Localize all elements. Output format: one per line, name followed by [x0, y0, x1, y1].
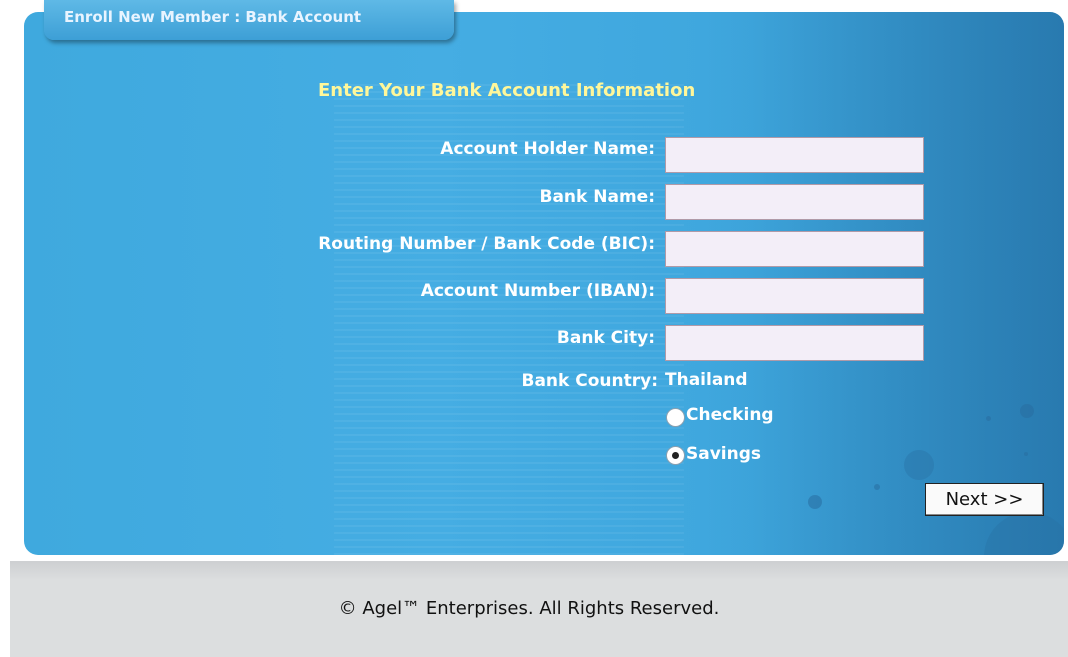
decor-dot: [874, 484, 880, 490]
account-holder-name-label: Account Holder Name:: [440, 139, 655, 159]
account-number-label: Account Number (IBAN):: [420, 281, 655, 301]
decor-dot: [904, 450, 934, 480]
routing-number-label: Routing Number / Bank Code (BIC):: [318, 234, 655, 254]
bank-name-input[interactable]: [665, 184, 924, 220]
checking-radio[interactable]: [666, 408, 685, 427]
page-tab-title: Enroll New Member : Bank Account: [64, 8, 362, 26]
savings-radio-label[interactable]: Savings: [686, 444, 761, 464]
account-number-input[interactable]: [665, 278, 924, 314]
decor-dot: [808, 495, 822, 509]
checking-radio-label[interactable]: Checking: [686, 405, 774, 425]
savings-radio[interactable]: [666, 446, 685, 465]
account-holder-name-input[interactable]: [665, 137, 924, 173]
bank-country-value: Thailand: [665, 370, 748, 390]
bank-city-label: Bank City:: [556, 328, 655, 348]
form-heading: Enter Your Bank Account Information: [318, 80, 696, 101]
decor-dot: [986, 416, 991, 421]
bank-country-label: Bank Country:: [521, 371, 658, 391]
routing-number-input[interactable]: [665, 231, 924, 267]
bank-city-input[interactable]: [665, 325, 924, 361]
footer: © Agel™ Enterprises. All Rights Reserved…: [10, 561, 1068, 657]
bank-name-label: Bank Name:: [539, 187, 656, 207]
page-tab: Enroll New Member : Bank Account: [44, 0, 454, 40]
decor-dot: [1020, 404, 1034, 418]
next-button[interactable]: Next >>: [925, 483, 1044, 516]
decor-dot: [1024, 452, 1028, 456]
copyright-text: © Agel™ Enterprises. All Rights Reserved…: [338, 598, 720, 619]
